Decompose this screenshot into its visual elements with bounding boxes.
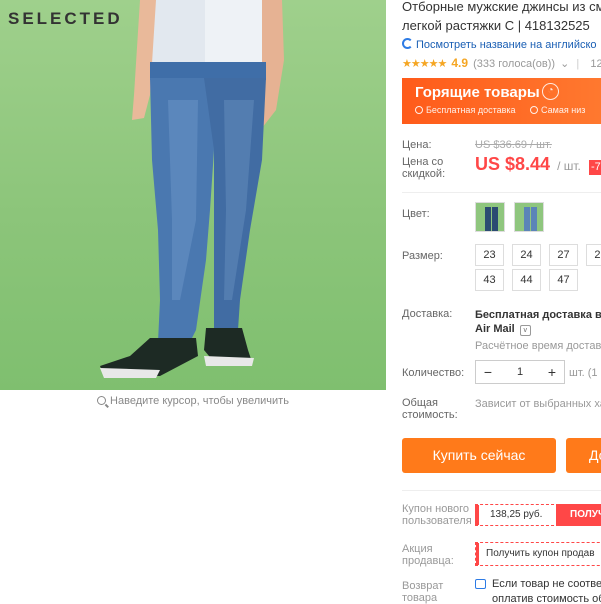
size-option[interactable]: 44 [512,269,541,291]
return-policy-line1: Если товар не соответ [492,578,601,590]
return-policy-line2: оплатив стоимость об [492,593,601,604]
timer-icon: ◔ [542,83,559,100]
seller-promo-label: Акция продавца: [402,543,454,567]
rating-divider: | [576,58,580,70]
rating-row: ★★★★★ 4.9 (333 голоса(ов)) ⌄ | 12 [402,54,601,72]
total-label-line2: стоимость: [402,409,458,421]
product-title-line2: легкой растяжки С | 418132525 [402,18,590,33]
hot-deals-perks: Бесплатная доставка Самая низ [415,105,601,115]
sale-price-label: Цена со скидкой: [402,156,445,180]
seller-promo-label-line1: Акция [402,543,433,555]
color-option-light-wash[interactable] [514,202,544,232]
color-option-dark-wash[interactable] [475,202,505,232]
thumb-leg [485,207,491,231]
rating-votes-link[interactable]: (333 голоса(ов)) [473,58,555,70]
product-main-image[interactable]: SELECTED [0,0,386,390]
discount-badge: -7 [589,160,601,175]
delivery-time: Расчётное время доставк [475,340,601,352]
price-label: Цена: [402,139,432,151]
returns-label-line2: товара [402,592,438,604]
shipping-main-text: Бесплатная доставка в R [475,309,601,321]
divider [402,490,601,491]
thumb-leg [524,207,530,231]
new-user-coupon: 138,25 руб. ПОЛУЧ [475,504,601,526]
size-option[interactable]: 47 [549,269,578,291]
check-icon [415,106,423,114]
orders-count: 12 [590,58,601,70]
original-price: US $36.69 / шт. [475,139,552,151]
product-title-line1: Отборные мужские джинсы из см [402,0,601,14]
magnifier-icon [97,396,107,405]
returns-label: Возврат товара [402,580,443,604]
product-details-panel: Отборные мужские джинсы из см легкой рас… [402,0,601,604]
total-label: Общая стоимость: [402,397,458,421]
quantity-input[interactable]: 1 [500,361,540,383]
divider [402,192,601,193]
coupon-notch [475,505,479,525]
size-label: Размер: [402,250,443,262]
size-option[interactable]: 28 [586,244,601,266]
decrease-quantity-button[interactable]: − [476,361,500,383]
sale-price-value: US $8.44 [475,154,551,174]
rating-score: 4.9 [451,56,469,70]
quantity-label: Количество: [402,367,465,379]
size-option[interactable]: 43 [475,269,504,291]
check-icon [530,106,539,114]
translate-icon [402,38,413,49]
size-option[interactable]: 24 [512,244,541,266]
color-label: Цвет: [402,208,430,220]
zoom-hint: Наведите курсор, чтобы увеличить [0,395,386,407]
shipping-info: Бесплатная доставка в R Air Mail v [475,308,601,336]
seller-coupon-button[interactable]: Получить купон продав [475,542,601,566]
hot-deals-banner: Горящие товары ◔ Бесплатная доставка Сам… [402,78,601,124]
chevron-down-icon[interactable]: ⌄ [560,58,569,70]
product-title: Отборные мужские джинсы из см легкой рас… [402,0,601,35]
shipping-label: Доставка: [402,308,453,320]
zoom-hint-text: Наведите курсор, чтобы увеличить [110,395,289,407]
jeans-model-illustration [100,0,284,378]
add-to-cart-button[interactable]: До [566,438,601,473]
sale-price-label-line1: Цена со [402,156,444,168]
coupon-amount: 138,25 руб. [490,509,543,520]
size-option[interactable]: 23 [475,244,504,266]
quantity-stepper: − 1 + [475,360,565,384]
new-user-coupon-label: Купон нового пользователя [402,503,472,527]
thumb-leg [531,207,537,231]
chevron-down-icon[interactable]: v [519,325,531,336]
sale-price-label-line2: скидкой: [402,168,446,180]
seller-promo-label-line2: продавца: [402,555,454,567]
translate-link-text: Посмотреть название на английско [416,39,597,51]
translate-title-link[interactable]: Посмотреть название на английско [402,37,601,54]
total-note: Зависит от выбранных хара [475,398,601,410]
rating-stars-icon: ★★★★★ [402,58,447,70]
quantity-available: шт. (1 ш [569,367,601,379]
returns-label-line1: Возврат [402,580,444,592]
total-label-line1: Общая [402,397,438,409]
sale-price-unit: / шт. [557,159,581,173]
size-option[interactable]: 27 [549,244,578,266]
return-policy-text: Если товар не соответ оплатив стоимость … [492,577,601,604]
perk-free-shipping: Бесплатная доставка [426,105,516,115]
sale-price: US $8.44 / шт. [475,154,581,175]
perk-lowest-price: Самая низ [541,105,586,115]
coupon-label-line1: Купон нового [402,503,470,515]
thumb-leg [492,207,498,231]
return-policy-icon [475,579,486,589]
increase-quantity-button[interactable]: + [540,361,564,383]
buy-now-button[interactable]: Купить сейчас [402,438,556,473]
get-coupon-button[interactable]: ПОЛУЧ [556,504,601,526]
shipping-method: Air Mail [475,323,515,335]
coupon-label-line2: пользователя [402,515,472,527]
hot-deals-title: Горящие товары [415,84,540,101]
